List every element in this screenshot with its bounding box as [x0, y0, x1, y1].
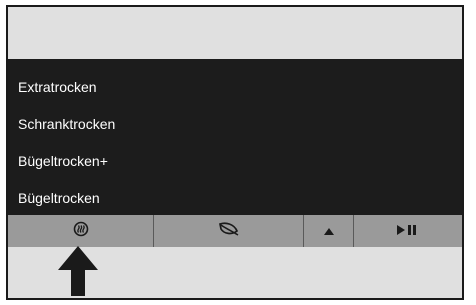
triangle-up-icon	[323, 222, 334, 240]
header-area	[8, 7, 462, 59]
program-list: Extratrocken Schranktrocken Bügeltrocken…	[8, 59, 462, 215]
menu-item-extratrocken[interactable]: Extratrocken	[18, 79, 97, 95]
scroll-up-button[interactable]	[304, 215, 354, 247]
steam-refresh-icon	[73, 221, 89, 242]
steam-refresh-button[interactable]	[8, 215, 154, 247]
leaf-eco-icon	[218, 221, 240, 242]
start-pause-button[interactable]	[354, 215, 462, 247]
menu-item-schranktrocken[interactable]: Schranktrocken	[18, 116, 115, 132]
play-pause-icon	[397, 222, 419, 240]
menu-item-buegeltrocken-plus[interactable]: Bügeltrocken+	[18, 153, 108, 169]
arrow-up-icon	[58, 246, 98, 296]
eco-button[interactable]	[154, 215, 304, 247]
button-bar	[8, 215, 462, 247]
menu-item-buegeltrocken[interactable]: Bügeltrocken	[18, 190, 100, 206]
